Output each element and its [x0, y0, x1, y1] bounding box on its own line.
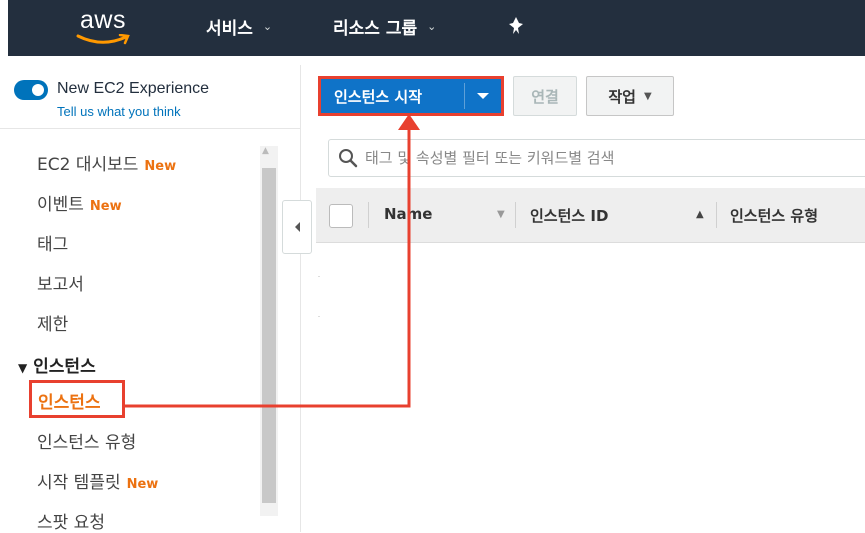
experience-title: New EC2 Experience	[57, 80, 210, 97]
column-header-instance-id[interactable]: 인스턴스 ID	[530, 205, 608, 226]
select-all-checkbox[interactable]	[329, 204, 353, 228]
resource-groups-label: 리소스 그룹	[333, 19, 418, 39]
aws-logo-text: aws	[80, 6, 126, 34]
section-title: 인스턴스	[33, 357, 96, 377]
services-label: 서비스	[206, 19, 253, 39]
chevron-down-icon: ▼	[643, 90, 652, 102]
instances-table-header: Name ▼ 인스턴스 ID ▲ 인스턴스 유형	[316, 188, 865, 243]
new-badge: New	[126, 477, 159, 492]
actions-label: 작업	[608, 87, 636, 106]
toggle-knob	[32, 84, 44, 96]
new-experience-toggle[interactable]	[14, 80, 48, 100]
connect-label: 연결	[531, 87, 559, 106]
actions-button[interactable]: 작업 ▼	[586, 76, 674, 116]
sidebar-scrollbar-thumb[interactable]	[262, 168, 276, 503]
sidebar-border	[300, 65, 301, 532]
sidebar-item-label: EC2 대시보드	[37, 155, 139, 175]
sidebar-item-instance-types[interactable]: 인스턴스 유형	[37, 428, 136, 453]
sidebar-item-limits[interactable]: 제한	[37, 310, 68, 335]
nav-left-edge	[0, 0, 8, 56]
column-separator	[515, 202, 516, 228]
sort-down-icon[interactable]: ▼	[497, 209, 505, 220]
scroll-up-icon[interactable]: ▲	[262, 146, 269, 156]
search-input[interactable]	[363, 148, 847, 168]
pushpin-icon[interactable]	[507, 16, 525, 40]
triangle-down-icon: ▼	[18, 361, 28, 375]
sidebar-item-label: 이벤트	[37, 195, 84, 215]
column-separator	[716, 202, 717, 228]
sidebar-item-ec2-dashboard[interactable]: EC2 대시보드 New	[37, 150, 176, 175]
chevron-left-icon	[295, 222, 300, 232]
chevron-down-icon: ⌄	[427, 20, 437, 33]
new-badge: New	[144, 159, 177, 174]
aws-smile-icon	[76, 34, 130, 45]
sidebar-item-label: 인스턴스 유형	[37, 433, 137, 453]
sidebar-item-label: 시작 템플릿	[37, 473, 121, 493]
chevron-down-icon: ⌄	[262, 20, 273, 33]
resource-groups-menu[interactable]: 리소스 그룹 ⌄	[333, 14, 436, 39]
sidebar-item-launch-templates[interactable]: 시작 템플릿 New	[37, 468, 158, 493]
sidebar-item-label: 제한	[37, 315, 69, 335]
services-menu[interactable]: 서비스 ⌄	[206, 14, 272, 39]
resize-dot	[318, 316, 320, 317]
column-header-name[interactable]: Name	[384, 205, 432, 223]
launch-dropdown-caret[interactable]	[465, 92, 501, 100]
connect-button[interactable]: 연결	[513, 76, 577, 116]
annotation-highlight-instances	[29, 380, 125, 418]
sidebar-item-label: 스팟 요청	[37, 513, 105, 533]
sidebar-section-instances[interactable]: ▼ 인스턴스	[18, 352, 96, 377]
sidebar-item-spot-requests[interactable]: 스팟 요청	[37, 508, 105, 533]
caret-down-icon	[477, 93, 489, 99]
column-header-instance-type[interactable]: 인스턴스 유형	[730, 205, 818, 226]
sidebar-item-reports[interactable]: 보고서	[37, 270, 84, 295]
new-badge: New	[89, 199, 122, 214]
feedback-link[interactable]: Tell us what you think	[57, 104, 181, 119]
search-bar[interactable]	[328, 139, 865, 177]
sidebar-item-tags[interactable]: 태그	[37, 230, 68, 255]
aws-logo[interactable]: aws	[74, 6, 134, 50]
sidebar-item-label: 태그	[37, 235, 69, 255]
column-separator	[368, 202, 369, 228]
top-nav-bar: aws 서비스 ⌄ 리소스 그룹 ⌄	[0, 0, 865, 56]
sidebar-divider	[0, 128, 300, 129]
launch-instance-button[interactable]: 인스턴스 시작	[318, 76, 504, 116]
sidebar-item-events[interactable]: 이벤트 New	[37, 190, 122, 215]
sidebar-item-label: 보고서	[37, 275, 84, 295]
collapse-sidebar-button[interactable]	[282, 200, 312, 254]
sort-up-icon[interactable]: ▲	[696, 209, 704, 220]
search-icon	[333, 148, 363, 168]
resize-dot	[318, 276, 320, 277]
launch-instance-label: 인스턴스 시작	[334, 87, 423, 106]
